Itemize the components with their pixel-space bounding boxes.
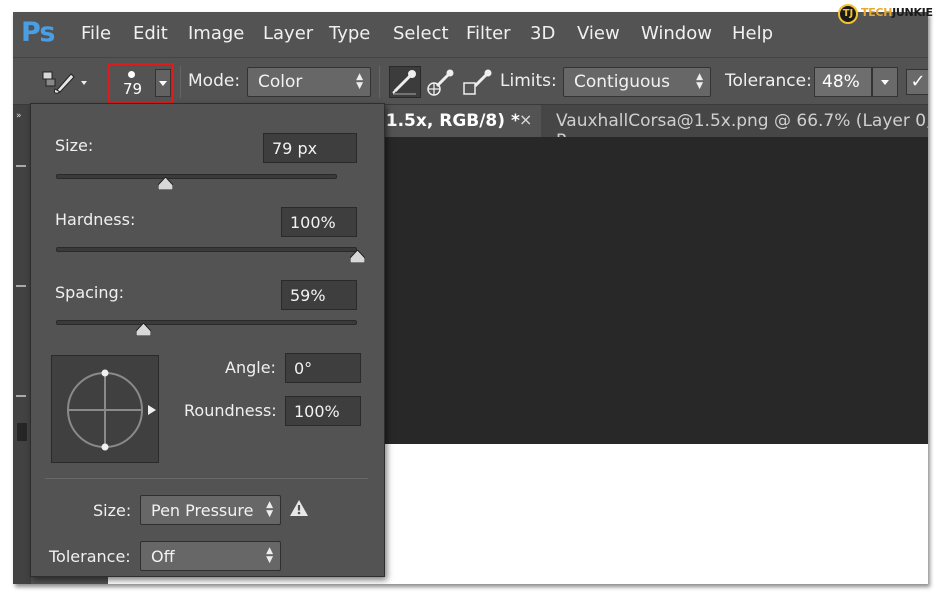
- tool-mark: [16, 395, 26, 397]
- limits-value: Contiguous: [574, 72, 671, 92]
- brush-picker-dropdown[interactable]: [155, 69, 171, 97]
- tolerance-slider-button[interactable]: [872, 67, 898, 97]
- angle-input[interactable]: 0°: [285, 353, 361, 383]
- techjunkie-watermark: TJ TECHJUNKIE: [838, 3, 938, 25]
- tab-vauxhall-corsa[interactable]: VauxhallCorsa@1.5x.png @ 66.7% (Layer 0,…: [541, 105, 928, 151]
- tools-panel-strip: »: [13, 105, 31, 584]
- menu-file[interactable]: File: [81, 23, 111, 44]
- mode-value: Color: [258, 72, 303, 92]
- chevron-down-icon: [881, 80, 889, 85]
- menu-bar: Ps File Edit Image Layer Type Select Fil…: [13, 12, 928, 57]
- angle-label: Angle:: [225, 358, 276, 377]
- hardness-slider[interactable]: [56, 247, 357, 252]
- divider: [379, 66, 380, 98]
- size-label: Size:: [55, 136, 94, 155]
- size-control-dropdown[interactable]: Pen Pressure ▲ ▼: [140, 495, 281, 525]
- anti-alias-checkbox[interactable]: ✓: [906, 69, 928, 95]
- brush-size-readout: 79: [123, 80, 143, 98]
- up-down-arrows-icon: ▲ ▼: [356, 72, 363, 91]
- up-down-arrows-icon: ▲ ▼: [696, 72, 703, 91]
- divider: [180, 66, 181, 98]
- menu-select[interactable]: Select: [393, 23, 449, 44]
- tool-mark: [16, 165, 26, 167]
- spacing-input[interactable]: 59%: [281, 280, 357, 310]
- mode-dropdown[interactable]: Color ▲ ▼: [247, 67, 371, 97]
- tolerance-control-value: Off: [151, 547, 175, 566]
- menu-layer[interactable]: Layer: [263, 23, 313, 44]
- warning-icon: [289, 499, 309, 521]
- hardness-slider-thumb[interactable]: [349, 250, 365, 263]
- menu-image[interactable]: Image: [188, 23, 244, 44]
- menu-view[interactable]: View: [577, 23, 620, 44]
- tolerance-label: Tolerance:: [725, 71, 812, 91]
- tolerance-control-dropdown[interactable]: Off ▲ ▼: [140, 541, 281, 571]
- brush-picker-panel: Size: 79 px Hardness: 100% Spacing: 59%: [30, 103, 385, 577]
- menu-edit[interactable]: Edit: [133, 23, 168, 44]
- spacing-slider[interactable]: [56, 320, 357, 325]
- techjunkie-wordmark: TECHJUNKIE: [861, 6, 933, 19]
- up-down-arrows-icon: ▲ ▼: [266, 500, 273, 519]
- sample-once-icon[interactable]: [425, 66, 455, 102]
- roundness-input[interactable]: 100%: [285, 396, 361, 426]
- menu-help[interactable]: Help: [732, 23, 773, 44]
- brush-tip-dot: [128, 71, 135, 78]
- limits-label: Limits:: [500, 71, 557, 91]
- hardness-input[interactable]: 100%: [281, 207, 357, 237]
- tolerance-input[interactable]: 48%: [814, 67, 872, 97]
- sample-background-swatch-icon[interactable]: [461, 66, 493, 102]
- tool-mark: [17, 423, 27, 441]
- tab-active-label: )1.5x, RGB/8) *: [378, 111, 520, 131]
- brush-tip-shape-preview[interactable]: [51, 355, 159, 463]
- spacing-label: Spacing:: [55, 283, 125, 302]
- color-replacement-brush-icon[interactable]: [41, 68, 89, 100]
- chevron-down-icon: [159, 81, 167, 86]
- sample-continuous-icon[interactable]: [389, 66, 421, 102]
- close-icon[interactable]: ×: [519, 110, 532, 129]
- menu-window[interactable]: Window: [641, 23, 712, 44]
- mode-label: Mode:: [188, 71, 241, 91]
- menu-3d[interactable]: 3D: [530, 23, 555, 44]
- up-down-arrows-icon: ▲ ▼: [266, 546, 273, 565]
- roundness-label: Roundness:: [184, 401, 277, 420]
- tool-mark: [16, 285, 26, 287]
- menu-filter[interactable]: Filter: [466, 23, 511, 44]
- size-slider[interactable]: [56, 174, 337, 179]
- limits-dropdown[interactable]: Contiguous ▲ ▼: [563, 67, 711, 97]
- collapse-arrows-icon[interactable]: »: [16, 111, 22, 121]
- brush-preset-picker[interactable]: 79: [108, 63, 174, 103]
- options-bar: 79 Mode: Color ▲ ▼ Limits: Contiguous ▲ …: [13, 57, 928, 105]
- menu-type[interactable]: Type: [329, 23, 370, 44]
- size-slider-thumb[interactable]: [158, 177, 174, 190]
- size-control-value: Pen Pressure: [151, 501, 254, 520]
- ps-logo: Ps: [21, 17, 55, 48]
- spacing-slider-thumb[interactable]: [135, 323, 151, 336]
- size-control-label: Size:: [93, 501, 132, 520]
- photoshop-window: Ps File Edit Image Layer Type Select Fil…: [13, 12, 928, 584]
- techjunkie-logo-icon: TJ: [838, 4, 858, 24]
- tolerance-control-label: Tolerance:: [49, 547, 131, 566]
- hardness-label: Hardness:: [55, 210, 136, 229]
- divider: [45, 478, 368, 479]
- size-input[interactable]: 79 px: [263, 133, 357, 163]
